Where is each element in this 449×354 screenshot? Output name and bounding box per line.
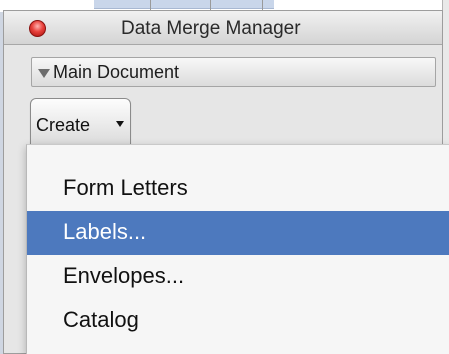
ruler-tick xyxy=(150,0,151,10)
disclosure-triangle-down-icon[interactable] xyxy=(38,69,50,78)
popup-arrow-down-icon xyxy=(116,121,124,127)
ruler-tick xyxy=(210,0,211,10)
ruler-highlight xyxy=(94,0,274,9)
menu-item-form-letters[interactable]: Form Letters xyxy=(27,167,449,211)
menu-item-label: Labels... xyxy=(63,219,147,244)
create-dropdown-menu: Form Letters Labels... Envelopes... Cata… xyxy=(26,144,449,354)
menu-item-labels[interactable]: Labels... xyxy=(27,211,449,255)
menu-item-label: Form Letters xyxy=(63,175,188,200)
main-document-section-header[interactable]: Main Document xyxy=(31,57,436,87)
palette-titlebar[interactable]: Data Merge Manager xyxy=(4,11,442,45)
menu-item-catalog[interactable]: Catalog xyxy=(27,299,449,343)
section-label: Main Document xyxy=(53,62,180,82)
menu-item-label: Catalog xyxy=(63,307,139,332)
create-button-label: Create xyxy=(36,115,91,135)
menu-item-label: Envelopes... xyxy=(63,263,185,288)
ruler-tick xyxy=(262,0,263,10)
menu-item-envelopes[interactable]: Envelopes... xyxy=(27,255,449,299)
screen: Data Merge Manager Main Document Create … xyxy=(0,0,449,354)
palette-title: Data Merge Manager xyxy=(121,18,301,39)
close-button-icon[interactable] xyxy=(29,20,46,37)
